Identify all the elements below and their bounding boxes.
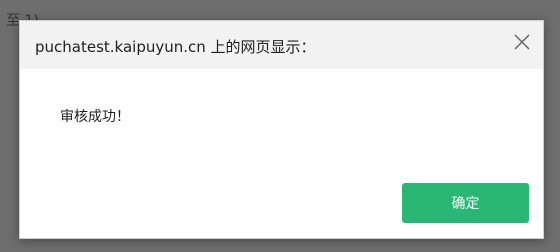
close-button[interactable] bbox=[507, 29, 537, 59]
ok-button[interactable]: 确定 bbox=[402, 183, 529, 223]
dialog-title: puchatest.kaipuyun.cn 上的网页显示： bbox=[35, 38, 316, 56]
dialog-message: 审核成功！ bbox=[60, 109, 130, 125]
alert-dialog: puchatest.kaipuyun.cn 上的网页显示： 审核成功！ 确定 bbox=[19, 20, 544, 239]
dialog-titlebar: puchatest.kaipuyun.cn 上的网页显示： bbox=[20, 21, 543, 69]
close-icon bbox=[513, 33, 531, 55]
